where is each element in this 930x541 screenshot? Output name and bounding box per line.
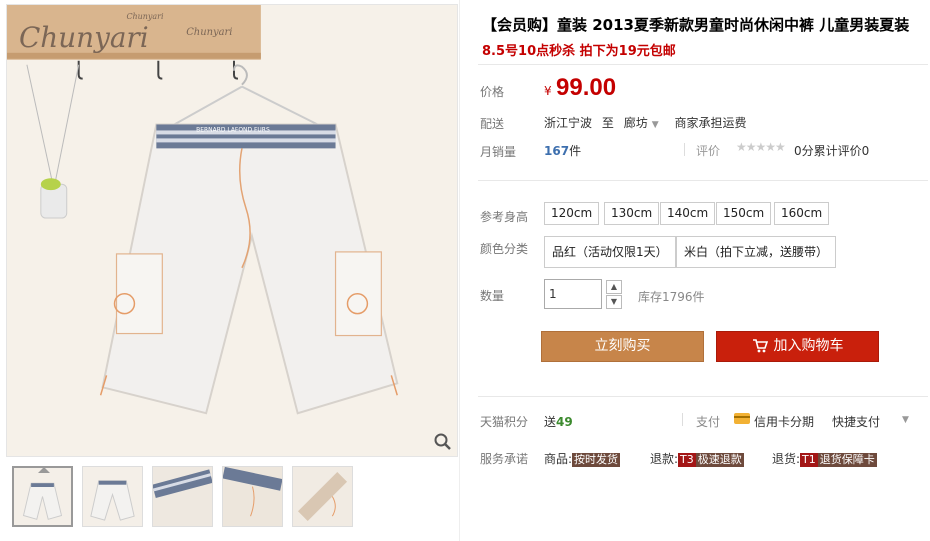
credit-card-icon	[734, 413, 750, 424]
star-rating: ★★★★★	[736, 140, 786, 154]
thumbnail-2[interactable]	[82, 466, 143, 527]
chevron-down-icon: ▼	[651, 120, 659, 130]
svg-text:BERNARD LAFOND FURS: BERNARD LAFOND FURS	[196, 126, 270, 133]
product-photo-shorts: Chunyari Chunyari Chunyari BERNARD LAFON…	[7, 5, 457, 456]
service-label: 服务承诺	[480, 452, 529, 466]
points-info: 送49	[544, 415, 573, 429]
service-code-badge: T1	[800, 453, 818, 467]
thumbnail-4[interactable]	[222, 466, 283, 527]
service-code-badge: T3	[678, 453, 696, 467]
product-gallery: Chunyari Chunyari Chunyari BERNARD LAFON…	[0, 0, 460, 541]
add-to-cart-label: 加入购物车	[773, 338, 844, 354]
size-option-140cm[interactable]: 140cm	[660, 202, 716, 225]
brand-logo: Chunyari	[19, 21, 149, 54]
thumbnail-strip	[12, 466, 362, 530]
ship-to-word: 至	[601, 116, 614, 130]
chevron-down-icon[interactable]: ▼	[902, 415, 909, 425]
thumbnail-5[interactable]	[292, 466, 353, 527]
service-return[interactable]: 退货: T1 退货保障卡	[772, 450, 877, 467]
color-label: 颜色分类	[480, 242, 529, 256]
service-ontime[interactable]: 商品: 按时发货	[544, 450, 621, 467]
color-option-magenta[interactable]: 品红（活动仅限1天）	[544, 236, 676, 268]
add-to-cart-button[interactable]: 加入购物车	[716, 331, 879, 362]
main-product-image[interactable]: Chunyari Chunyari Chunyari BERNARD LAFON…	[6, 4, 458, 457]
size-option-130cm[interactable]: 130cm	[604, 202, 660, 225]
quantity-input[interactable]: 1	[544, 279, 602, 309]
service-tag: 极速退款	[695, 453, 744, 467]
color-option-beige[interactable]: 米白（拍下立减，送腰带）	[676, 236, 837, 268]
size-option-120cm[interactable]: 120cm	[544, 202, 600, 225]
shipping-info: 浙江宁波 至 廊坊 ▼ 商家承担运费	[544, 114, 746, 131]
stock-count: 库存1796件	[638, 290, 705, 304]
size-option-150cm[interactable]: 150cm	[716, 202, 772, 225]
quantity-up-button[interactable]: ▲	[606, 280, 622, 294]
thumbnail-3[interactable]	[152, 466, 213, 527]
review-summary[interactable]: 0分累计评价0	[794, 142, 869, 159]
thumbnail-1[interactable]	[12, 466, 73, 527]
price-label: 价格	[480, 85, 505, 99]
separator	[682, 413, 683, 426]
separator	[684, 143, 685, 156]
price-value: 99.00	[556, 74, 617, 101]
product-detail: 【会员购】童装 2013夏季新款男童时尚休闲中裤 儿童男装夏装 8.5号10点秒…	[478, 0, 928, 541]
sales-count: 167	[544, 144, 570, 158]
height-label: 参考身高	[480, 210, 529, 224]
points-value: 49	[556, 415, 573, 429]
review-label: 评价	[696, 144, 721, 158]
ship-to-select[interactable]: 廊坊 ▼	[624, 116, 665, 130]
product-promo: 8.5号10点秒杀 拍下为19元包邮	[482, 44, 676, 59]
size-option-160cm[interactable]: 160cm	[774, 202, 830, 225]
divider	[478, 180, 928, 181]
points-label: 天猫积分	[480, 415, 529, 429]
service-tag: 退货保障卡	[817, 453, 877, 467]
service-refund[interactable]: 退款: T3 极速退款	[650, 450, 744, 467]
divider	[478, 64, 928, 65]
cart-icon	[752, 335, 768, 364]
sales-label: 月销量	[480, 145, 517, 159]
shipping-fee: 商家承担运费	[674, 116, 747, 130]
quickpay-link[interactable]: 快捷支付	[832, 413, 880, 430]
svg-text:Chunyari: Chunyari	[186, 27, 232, 38]
svg-text:Chunyari: Chunyari	[126, 12, 163, 21]
payment-label: 支付	[696, 415, 721, 429]
magnifier-icon[interactable]	[433, 432, 453, 452]
quantity-down-button[interactable]: ▼	[606, 295, 622, 309]
currency-symbol: ¥	[544, 84, 552, 98]
service-tag: 按时发货	[572, 453, 621, 467]
product-title: 【会员购】童装 2013夏季新款男童时尚休闲中裤 儿童男装夏装	[482, 16, 910, 34]
buy-now-button[interactable]: 立刻购买	[541, 331, 704, 362]
monthly-sales: 167件	[544, 142, 581, 159]
sales-unit: 件	[569, 144, 582, 158]
divider	[478, 396, 928, 397]
quantity-label: 数量	[480, 289, 505, 303]
shipping-label: 配送	[480, 117, 505, 131]
installments-link[interactable]: 信用卡分期	[754, 413, 814, 430]
ship-from: 浙江宁波	[544, 116, 593, 130]
